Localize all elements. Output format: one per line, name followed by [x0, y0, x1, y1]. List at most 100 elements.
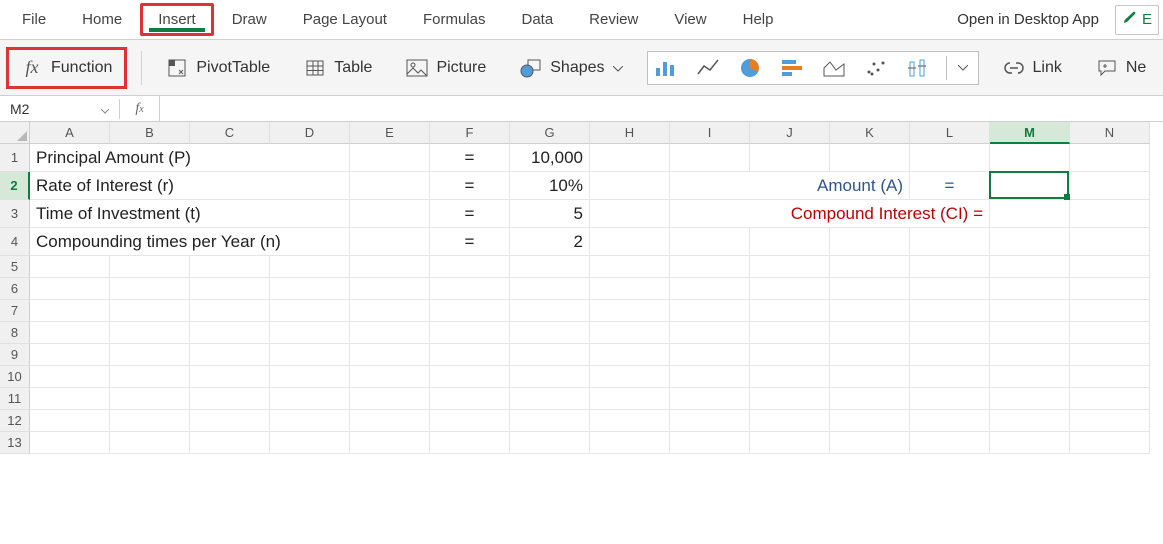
cell-L9[interactable]: [910, 344, 990, 366]
cell-G7[interactable]: [510, 300, 590, 322]
cell-G5[interactable]: [510, 256, 590, 278]
bar-chart-icon[interactable]: [778, 56, 806, 80]
table-button[interactable]: Table: [294, 51, 382, 85]
tab-file[interactable]: File: [4, 3, 64, 36]
cell-K5[interactable]: [830, 256, 910, 278]
cell-J4[interactable]: [750, 228, 830, 256]
line-chart-icon[interactable]: [694, 56, 722, 80]
row-header-12[interactable]: 12: [0, 410, 30, 432]
cell-N6[interactable]: [1070, 278, 1150, 300]
cell-D9[interactable]: [270, 344, 350, 366]
cell-K12[interactable]: [830, 410, 910, 432]
cell-N8[interactable]: [1070, 322, 1150, 344]
shapes-button[interactable]: Shapes: [510, 51, 632, 85]
cell-K13[interactable]: [830, 432, 910, 454]
cell-E2[interactable]: [350, 172, 430, 200]
cell-K9[interactable]: [830, 344, 910, 366]
cell-K10[interactable]: [830, 366, 910, 388]
cell-D12[interactable]: [270, 410, 350, 432]
cell-E1[interactable]: [350, 144, 430, 172]
content-L2[interactable]: =: [910, 172, 990, 200]
tab-help[interactable]: Help: [725, 3, 792, 36]
cell-L6[interactable]: [910, 278, 990, 300]
cell-G11[interactable]: [510, 388, 590, 410]
cell-M11[interactable]: [990, 388, 1070, 410]
cell-B12[interactable]: [110, 410, 190, 432]
chart-more-dropdown[interactable]: [946, 56, 974, 80]
cell-M13[interactable]: [990, 432, 1070, 454]
cell-A8[interactable]: [30, 322, 110, 344]
col-header-L[interactable]: L: [910, 122, 990, 144]
cell-M4[interactable]: [990, 228, 1070, 256]
cell-C9[interactable]: [190, 344, 270, 366]
cell-B6[interactable]: [110, 278, 190, 300]
cell-F6[interactable]: [430, 278, 510, 300]
cell-H6[interactable]: [590, 278, 670, 300]
content-F4[interactable]: =: [430, 228, 510, 256]
cell-F13[interactable]: [430, 432, 510, 454]
other-chart-icon[interactable]: [904, 56, 932, 80]
cell-F12[interactable]: [430, 410, 510, 432]
cell-H4[interactable]: [590, 228, 670, 256]
content-G4[interactable]: 2: [510, 228, 590, 256]
cell-H11[interactable]: [590, 388, 670, 410]
content-F1[interactable]: =: [430, 144, 510, 172]
cell-J11[interactable]: [750, 388, 830, 410]
cell-I13[interactable]: [670, 432, 750, 454]
cell-H9[interactable]: [590, 344, 670, 366]
cell-D6[interactable]: [270, 278, 350, 300]
cell-N1[interactable]: [1070, 144, 1150, 172]
cell-H13[interactable]: [590, 432, 670, 454]
cell-B10[interactable]: [110, 366, 190, 388]
col-header-C[interactable]: C: [190, 122, 270, 144]
cell-J6[interactable]: [750, 278, 830, 300]
col-header-H[interactable]: H: [590, 122, 670, 144]
cell-D5[interactable]: [270, 256, 350, 278]
scatter-chart-icon[interactable]: [862, 56, 890, 80]
cell-K4[interactable]: [830, 228, 910, 256]
tab-view[interactable]: View: [656, 3, 724, 36]
cell-I10[interactable]: [670, 366, 750, 388]
cell-I9[interactable]: [670, 344, 750, 366]
row-header-10[interactable]: 10: [0, 366, 30, 388]
cell-E13[interactable]: [350, 432, 430, 454]
cell-C7[interactable]: [190, 300, 270, 322]
cell-L11[interactable]: [910, 388, 990, 410]
cell-M1[interactable]: [990, 144, 1070, 172]
cell-A6[interactable]: [30, 278, 110, 300]
cell-M2[interactable]: [990, 172, 1070, 200]
cell-A11[interactable]: [30, 388, 110, 410]
row-header-7[interactable]: 7: [0, 300, 30, 322]
col-header-N[interactable]: N: [1070, 122, 1150, 144]
cell-N7[interactable]: [1070, 300, 1150, 322]
cell-L1[interactable]: [910, 144, 990, 172]
cell-E4[interactable]: [350, 228, 430, 256]
cell-B5[interactable]: [110, 256, 190, 278]
cell-G8[interactable]: [510, 322, 590, 344]
cell-H1[interactable]: [590, 144, 670, 172]
function-button[interactable]: fx Function: [6, 47, 127, 89]
col-header-J[interactable]: J: [750, 122, 830, 144]
cell-F5[interactable]: [430, 256, 510, 278]
col-header-B[interactable]: B: [110, 122, 190, 144]
tab-home[interactable]: Home: [64, 3, 140, 36]
cell-F11[interactable]: [430, 388, 510, 410]
col-header-A[interactable]: A: [30, 122, 110, 144]
select-all-corner[interactable]: [0, 122, 30, 144]
cell-B9[interactable]: [110, 344, 190, 366]
cell-G9[interactable]: [510, 344, 590, 366]
cell-L10[interactable]: [910, 366, 990, 388]
cell-D11[interactable]: [270, 388, 350, 410]
open-in-desktop-button[interactable]: Open in Desktop App: [941, 11, 1115, 28]
row-header-2[interactable]: 2: [0, 172, 30, 200]
cell-L7[interactable]: [910, 300, 990, 322]
cell-E12[interactable]: [350, 410, 430, 432]
cell-M3[interactable]: [990, 200, 1070, 228]
content-G1[interactable]: 10,000: [510, 144, 590, 172]
cell-B8[interactable]: [110, 322, 190, 344]
cell-M10[interactable]: [990, 366, 1070, 388]
content-F3[interactable]: =: [430, 200, 510, 228]
cell-N4[interactable]: [1070, 228, 1150, 256]
cell-L13[interactable]: [910, 432, 990, 454]
content-G3[interactable]: 5: [510, 200, 590, 228]
